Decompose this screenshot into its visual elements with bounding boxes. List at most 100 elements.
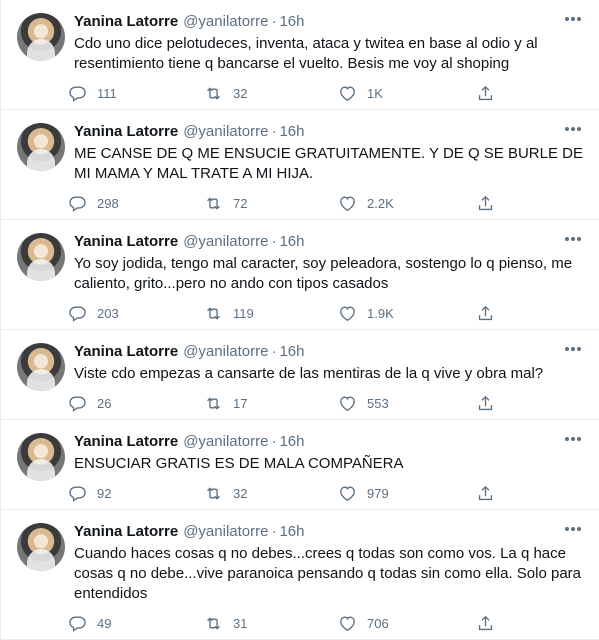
tweet-text: ENSUCIAR GRATIS ES DE MALA COMPAÑERA: [74, 455, 404, 472]
timestamp[interactable]: 16h: [279, 433, 304, 451]
retweet-button[interactable]: 119: [204, 304, 338, 323]
retweet-count: 31: [233, 615, 248, 631]
retweet-count: 72: [233, 195, 248, 211]
more-icon[interactable]: [565, 237, 581, 241]
reply-count: 203: [97, 305, 119, 321]
tweet[interactable]: Yanina Latorre @yanilatorre · 16h Cdo un…: [1, 0, 599, 110]
retweet-icon: [207, 396, 220, 410]
retweet-count: 32: [233, 85, 248, 101]
like-count: 2.2K: [367, 195, 394, 211]
tweet[interactable]: Yanina Latorre @yanilatorre · 16h Yo soy…: [1, 220, 599, 330]
like-icon: [340, 305, 355, 321]
separator: ·: [271, 233, 277, 250]
share-button[interactable]: [476, 394, 516, 413]
tweet-header: Yanina Latorre @yanilatorre · 16h: [74, 343, 587, 361]
share-button[interactable]: [476, 304, 516, 323]
like-button[interactable]: 706: [338, 614, 476, 633]
like-button[interactable]: 2.2K: [338, 194, 476, 213]
tweet-actions: 49 31 706: [68, 607, 587, 639]
like-button[interactable]: 553: [338, 394, 476, 413]
handle[interactable]: @yanilatorre: [183, 523, 268, 541]
reply-button[interactable]: 49: [68, 614, 204, 633]
more-icon[interactable]: [565, 347, 581, 351]
display-name[interactable]: Yanina Latorre: [74, 233, 178, 251]
display-name[interactable]: Yanina Latorre: [74, 123, 178, 141]
tweet[interactable]: Yanina Latorre @yanilatorre · 16h Cuando…: [1, 510, 599, 640]
retweet-button[interactable]: 32: [204, 84, 338, 103]
reply-icon: [69, 195, 86, 212]
timestamp[interactable]: 16h: [279, 13, 304, 31]
share-icon: [478, 195, 493, 210]
tweet[interactable]: Yanina Latorre @yanilatorre · 16h ENSUCI…: [1, 420, 599, 510]
tweet-actions: 92 32 979: [68, 477, 587, 509]
more-icon[interactable]: [565, 527, 581, 531]
retweet-icon: [207, 196, 220, 210]
tweet-header: Yanina Latorre @yanilatorre · 16h: [74, 433, 587, 451]
tweet-actions: 26 17 553: [68, 387, 587, 419]
tweet-header: Yanina Latorre @yanilatorre · 16h: [74, 13, 587, 31]
separator: ·: [271, 343, 277, 360]
avatar[interactable]: [17, 233, 65, 281]
handle[interactable]: @yanilatorre: [183, 433, 268, 451]
display-name[interactable]: Yanina Latorre: [74, 343, 178, 361]
separator: ·: [271, 433, 277, 450]
avatar[interactable]: [17, 13, 65, 61]
share-button[interactable]: [476, 614, 516, 633]
reply-icon: [69, 305, 86, 322]
tweet[interactable]: Yanina Latorre @yanilatorre · 16h ME CAN…: [1, 110, 599, 220]
reply-button[interactable]: 111: [68, 84, 204, 103]
retweet-count: 119: [233, 305, 254, 321]
like-count: 1K: [367, 85, 383, 101]
share-icon: [478, 85, 493, 100]
like-button[interactable]: 1.9K: [338, 304, 476, 323]
like-count: 553: [367, 395, 389, 411]
like-icon: [340, 485, 355, 501]
retweet-button[interactable]: 17: [204, 394, 338, 413]
timestamp[interactable]: 16h: [279, 233, 304, 251]
handle[interactable]: @yanilatorre: [183, 13, 268, 31]
tweet-header: Yanina Latorre @yanilatorre · 16h: [74, 123, 587, 141]
avatar[interactable]: [17, 523, 65, 571]
more-icon[interactable]: [565, 127, 581, 131]
reply-button[interactable]: 92: [68, 484, 204, 503]
avatar[interactable]: [17, 343, 65, 391]
reply-button[interactable]: 26: [68, 394, 204, 413]
more-icon[interactable]: [565, 17, 581, 21]
retweet-button[interactable]: 31: [204, 614, 338, 633]
timestamp[interactable]: 16h: [279, 123, 304, 141]
reply-button[interactable]: 298: [68, 194, 204, 213]
display-name[interactable]: Yanina Latorre: [74, 523, 178, 541]
like-icon: [340, 195, 355, 211]
timestamp[interactable]: 16h: [279, 343, 304, 361]
tweet-text: Cuando haces cosas q no debes...crees q …: [74, 545, 586, 602]
separator: ·: [271, 123, 277, 140]
like-button[interactable]: 979: [338, 484, 476, 503]
reply-count: 298: [97, 195, 119, 211]
share-button[interactable]: [476, 194, 516, 213]
retweet-icon: [207, 616, 220, 630]
like-button[interactable]: 1K: [338, 84, 476, 103]
share-button[interactable]: [476, 84, 516, 103]
like-count: 1.9K: [367, 305, 394, 321]
handle[interactable]: @yanilatorre: [183, 233, 268, 251]
separator: ·: [271, 13, 277, 30]
like-icon: [340, 395, 355, 411]
reply-icon: [69, 615, 86, 632]
avatar[interactable]: [17, 433, 65, 481]
timestamp[interactable]: 16h: [279, 523, 304, 541]
retweet-icon: [207, 86, 220, 100]
tweet-text: Viste cdo empezas a cansarte de las ment…: [74, 365, 544, 382]
retweet-button[interactable]: 72: [204, 194, 338, 213]
display-name[interactable]: Yanina Latorre: [74, 433, 178, 451]
like-icon: [340, 85, 355, 101]
handle[interactable]: @yanilatorre: [183, 343, 268, 361]
retweet-button[interactable]: 32: [204, 484, 338, 503]
display-name[interactable]: Yanina Latorre: [74, 13, 178, 31]
avatar[interactable]: [17, 123, 65, 171]
reply-button[interactable]: 203: [68, 304, 204, 323]
more-icon[interactable]: [565, 437, 581, 441]
share-button[interactable]: [476, 484, 516, 503]
like-icon: [340, 615, 355, 631]
handle[interactable]: @yanilatorre: [183, 123, 268, 141]
tweet[interactable]: Yanina Latorre @yanilatorre · 16h Viste …: [1, 330, 599, 420]
